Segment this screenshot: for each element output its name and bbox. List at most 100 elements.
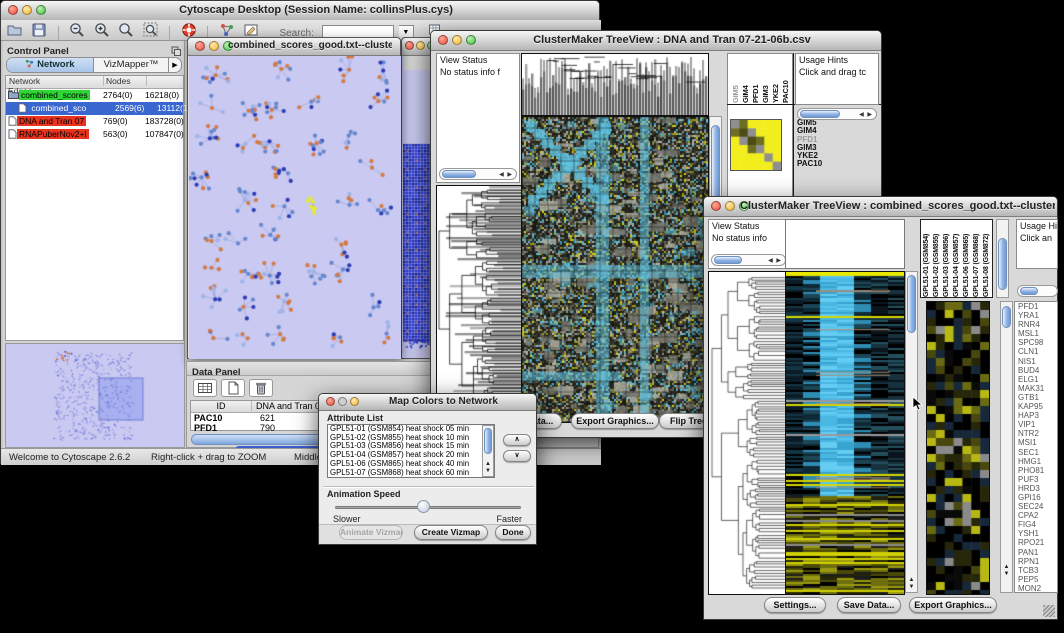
gene-list-item[interactable]: CPA2 [1015,511,1057,520]
export-graphics-button[interactable]: Export Graphics... [909,597,997,613]
gene-list-item[interactable]: MSI1 [1015,438,1057,447]
save-data-button[interactable]: Save Data... [837,597,901,613]
animate-vizmap-button[interactable]: Animate Vizmap [339,525,403,540]
done-button[interactable]: Done [495,525,531,540]
network-tree-row[interactable]: combined_scores2764(0)16218(0) [6,89,183,102]
gene-list-item[interactable]: SEC24 [1015,502,1057,511]
correlation-matrix-heatmap[interactable] [730,119,782,171]
gene-list-item[interactable]: YSH1 [1015,529,1057,538]
export-graphics-button[interactable]: Export Graphics... [571,413,659,429]
gene-list-item[interactable]: HMG1 [1015,457,1057,466]
gene-list-item[interactable]: RPO21 [1015,538,1057,547]
zoom-out-icon[interactable] [67,21,87,40]
create-vizmap-button[interactable]: Create Vizmap [414,525,488,540]
zoom-fit-icon[interactable] [116,21,136,40]
gene-list-item[interactable]: PHO81 [1015,466,1057,475]
save-icon[interactable] [29,21,49,40]
resize-grip[interactable] [1043,605,1055,617]
gene-label[interactable]: PAC10 [797,160,841,168]
zoom-in-icon[interactable] [92,21,112,40]
attribute-list-item[interactable]: GPL51-07 (GSM868) heat shock 60 min [328,469,494,478]
gene-list-item[interactable]: PEP5 [1015,575,1057,584]
birdseye-overview[interactable] [5,343,185,448]
gene-list-item[interactable]: NTR2 [1015,429,1057,438]
zoom-icon[interactable] [350,397,359,406]
gene-list-item[interactable]: RNR4 [1015,320,1057,329]
zoom-selected-icon[interactable] [141,21,161,40]
network-canvas[interactable] [189,56,401,359]
attribute-listbox[interactable]: GPL51-01 (GSM854) heat shock 05 minGPL51… [327,424,495,478]
gene-list-item[interactable]: BUD4 [1015,366,1057,375]
gene-list-item[interactable]: PUF3 [1015,475,1057,484]
move-up-button[interactable]: ∧ [503,434,531,446]
main-titlebar[interactable]: Cytoscape Desktop (Session Name: collins… [1,1,599,21]
gene-list-item[interactable]: MSL1 [1015,329,1057,338]
table-grid-icon[interactable] [193,379,217,397]
minimize-icon[interactable] [22,5,32,15]
column-dendrogram[interactable] [521,53,709,116]
gene-list-item[interactable]: HRD3 [1015,484,1057,493]
row-dendrogram[interactable] [708,271,788,595]
minimize-icon[interactable] [416,41,425,50]
heatmap-vscrollbar[interactable]: ▲▼ [905,271,918,593]
gene-list-item[interactable]: HAP3 [1015,411,1057,420]
gene-list-item[interactable]: CLN1 [1015,347,1057,356]
network-tree-row-selected[interactable]: combined_sco2569(6)13112(15) [6,102,183,115]
network-tree-row[interactable]: DNA and Tran 07769(0)183728(0) [6,115,183,128]
close-icon[interactable] [438,35,448,45]
close-icon[interactable] [8,5,18,15]
treeview2-titlebar[interactable]: ClusterMaker TreeView : combined_scores_… [704,197,1057,217]
gene-list-item[interactable]: RPN1 [1015,557,1057,566]
close-icon[interactable] [326,397,335,406]
gene-list-item[interactable]: GTB1 [1015,393,1057,402]
array-labels-vscrollbar[interactable] [996,219,1009,298]
col-header-network[interactable]: Network [6,76,104,86]
treeview1-titlebar[interactable]: ClusterMaker TreeView : DNA and Tran 07-… [431,31,881,51]
zoom-heatmap-canvas[interactable] [926,301,990,595]
delete-attribute-trash-icon[interactable] [249,379,273,397]
close-icon[interactable] [711,201,721,211]
heatmap-canvas[interactable] [521,116,709,423]
settings-button[interactable]: Settings... [764,597,826,613]
gene-list-item[interactable]: PAN1 [1015,548,1057,557]
open-file-icon[interactable] [5,21,25,40]
close-icon[interactable] [195,41,205,51]
col-header-id[interactable]: ID [191,401,252,411]
gene-list-item[interactable]: GPI16 [1015,493,1057,502]
gene-list-item[interactable]: VIP1 [1015,420,1057,429]
dialog-titlebar[interactable]: Map Colors to Network [319,394,536,411]
gene-list-item[interactable]: YRA1 [1015,311,1057,320]
new-attribute-icon[interactable] [221,379,245,397]
minimize-icon[interactable] [209,41,219,51]
tab-vizmapper[interactable]: VizMapper™ [94,58,169,72]
gene-list-item[interactable]: MAK31 [1015,384,1057,393]
gene-list-item[interactable]: NIS1 [1015,357,1057,366]
close-icon[interactable] [405,41,414,50]
gene-list-item[interactable]: KAP95 [1015,402,1057,411]
usage-hints-hscrollbar[interactable]: ◀ ▶ [797,108,877,120]
gene-list-item[interactable]: FIG4 [1015,520,1057,529]
gene-list-item[interactable]: TCB3 [1015,566,1057,575]
move-down-button[interactable]: ∨ [503,450,531,462]
array-column-label: GPL51-02 (GSM855) [933,220,943,297]
slider-thumb[interactable] [417,500,430,513]
tab-network[interactable]: Network [7,58,94,72]
gene-list-item[interactable]: PFD1 [1015,302,1057,311]
row-dendrogram[interactable] [436,185,522,423]
tab-overflow-arrow[interactable]: ▶ [169,58,181,72]
network-tree-row[interactable]: RNAPuberNov2+I563(0)107847(0) [6,128,183,141]
minimize-icon[interactable] [452,35,462,45]
gene-list-item[interactable]: SPC98 [1015,338,1057,347]
view-status-hscrollbar[interactable]: ◀ ▶ [711,254,786,266]
col-header-nodes[interactable]: Nodes [104,76,147,86]
gene-list-item[interactable]: SEC1 [1015,448,1057,457]
usage-hints-hscrollbar[interactable] [1017,285,1058,297]
gene-list-item[interactable]: ELG1 [1015,375,1057,384]
minimize-icon[interactable] [725,201,735,211]
attribute-list-vscrollbar[interactable]: ▲▼ [482,425,494,477]
column-label: PAC10 [781,55,791,103]
view-status-hscrollbar[interactable]: ◀ ▶ [439,168,517,180]
gene-list-item[interactable]: MON2 [1015,584,1057,593]
zoom-vscrollbar[interactable]: ▲▼ [1000,301,1013,593]
heatmap-canvas[interactable] [785,271,905,595]
